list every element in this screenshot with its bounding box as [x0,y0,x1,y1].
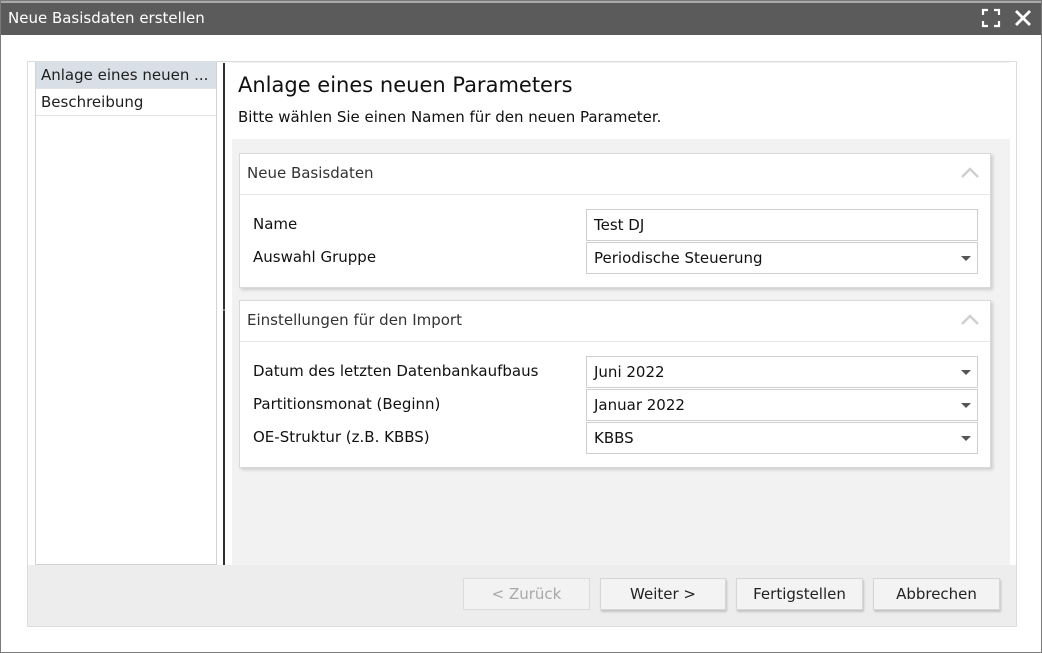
button-bar: < Zurück Weiter > Fertigstellen Abbreche… [28,565,1016,626]
nav-item-anlage[interactable]: Anlage eines neuen ... [36,62,216,89]
cancel-button[interactable]: Abbrechen [873,578,1000,610]
oe-select-value: KBBS [594,429,634,447]
name-input-value: Test DJ [594,216,645,234]
card-header[interactable]: Einstellungen für den Import [240,301,990,342]
dropdown-arrow-icon[interactable] [961,436,971,441]
card-import-einstellungen: Einstellungen für den Import Datum des l… [239,300,991,468]
back-button[interactable]: < Zurück [463,578,590,610]
page-subtitle: Bitte wählen Sie einen Namen für den neu… [238,108,662,126]
page-header: Anlage eines neuen Parameters Bitte wähl… [232,63,1010,139]
card-title: Neue Basisdaten [247,164,374,182]
gruppe-select[interactable]: Periodische Steuerung [586,242,978,274]
dropdown-arrow-icon[interactable] [961,403,971,408]
close-icon[interactable] [1012,7,1034,29]
window-title: Neue Basisdaten erstellen [8,9,205,27]
step-navigation: Anlage eines neuen ... Beschreibung [35,62,217,565]
dialog-window: Neue Basisdaten erstellen Anlage eines n… [0,0,1042,653]
title-bar[interactable]: Neue Basisdaten erstellen [1,1,1041,35]
dropdown-arrow-icon[interactable] [961,256,971,261]
partition-label: Partitionsmonat (Beginn) [253,395,441,413]
dropdown-arrow-icon[interactable] [961,370,971,375]
page-title: Anlage eines neuen Parameters [238,73,573,97]
main-content: Anlage eines neuen Parameters Bitte wähl… [232,62,1010,565]
partition-select[interactable]: Januar 2022 [586,389,978,421]
datum-label: Datum des letzten Datenbankaufbaus [253,362,539,380]
chevron-up-icon[interactable] [960,166,980,180]
name-input[interactable]: Test DJ [586,209,978,241]
card-neue-basisdaten: Neue Basisdaten Name Test DJ Auswahl Gru… [239,153,991,288]
splitter[interactable] [223,63,225,565]
maximize-icon[interactable] [980,7,1002,29]
datum-select-value: Juni 2022 [594,363,665,381]
card-title: Einstellungen für den Import [247,311,462,329]
oe-select[interactable]: KBBS [586,422,978,454]
nav-item-beschreibung[interactable]: Beschreibung [36,89,216,116]
gruppe-label: Auswahl Gruppe [253,248,377,266]
splitter-handle-icon[interactable] [221,307,227,313]
chevron-up-icon[interactable] [960,313,980,327]
oe-label: OE-Struktur (z.B. KBBS) [253,428,430,446]
finish-button[interactable]: Fertigstellen [736,578,863,610]
datum-select[interactable]: Juni 2022 [586,356,978,388]
partition-select-value: Januar 2022 [594,396,685,414]
gruppe-select-value: Periodische Steuerung [594,249,763,267]
card-header[interactable]: Neue Basisdaten [240,154,990,195]
name-label: Name [253,215,298,233]
next-button[interactable]: Weiter > [600,578,726,610]
